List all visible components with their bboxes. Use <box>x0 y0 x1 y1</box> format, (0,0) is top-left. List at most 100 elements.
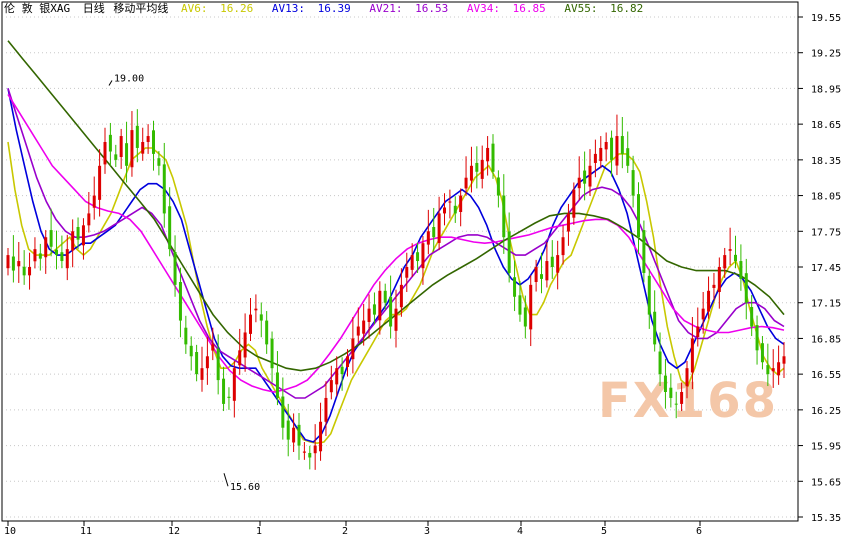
candle-body <box>71 231 75 251</box>
candle-body <box>604 142 608 150</box>
candle-body <box>766 365 770 375</box>
candle <box>610 130 614 177</box>
candle <box>76 217 80 250</box>
candle-body <box>11 256 15 271</box>
candle-body <box>346 356 349 367</box>
candle-body <box>750 307 754 327</box>
candle <box>480 145 484 189</box>
candle-body <box>28 267 32 276</box>
y-tick-label: 16.55 <box>811 370 841 381</box>
candle-body <box>647 275 651 315</box>
candle-body <box>286 420 290 440</box>
candle <box>426 209 430 255</box>
candle-body <box>734 254 737 262</box>
candle-body <box>529 284 533 330</box>
candle <box>200 346 204 392</box>
candle <box>620 117 624 169</box>
candle <box>152 120 155 171</box>
candle-body <box>626 148 630 166</box>
candle-body <box>486 147 490 162</box>
candle-body <box>723 255 727 269</box>
candle-body <box>189 345 193 357</box>
x-tick-label: 2 <box>342 526 348 536</box>
candle-body <box>222 378 226 404</box>
candle-body <box>739 261 743 279</box>
candle-body <box>680 392 684 404</box>
candle <box>270 331 274 383</box>
candle-body <box>663 375 667 392</box>
high-label: 19.00 <box>114 73 144 84</box>
x-tick-label: 4 <box>517 526 523 536</box>
candle <box>566 203 570 246</box>
candle-body <box>259 314 263 321</box>
candle <box>141 127 145 161</box>
candle-body <box>518 295 522 315</box>
y-tick-label: 19.55 <box>811 13 841 24</box>
candle <box>222 366 226 412</box>
candle <box>728 227 732 266</box>
candle <box>178 267 182 338</box>
candle <box>227 387 231 410</box>
candle-body <box>227 396 231 398</box>
candle-body <box>173 252 177 285</box>
candle <box>55 230 58 270</box>
candle <box>453 196 457 223</box>
candle-body <box>302 451 306 453</box>
candle-body <box>475 162 479 172</box>
candle <box>249 297 252 342</box>
candle-body <box>329 380 333 393</box>
candle <box>205 337 209 385</box>
candle-body <box>383 290 387 303</box>
candle <box>265 311 269 354</box>
candle-body <box>443 207 446 214</box>
candle-body <box>162 164 166 214</box>
candle-body <box>577 177 581 189</box>
candle-body <box>205 356 209 369</box>
candle-body <box>87 213 91 226</box>
candle-body <box>249 314 252 334</box>
candle-body <box>620 136 624 154</box>
candle-body <box>55 249 58 256</box>
legend-av21: AV21: 16.53 <box>369 2 449 15</box>
candle <box>637 182 640 254</box>
candle-body <box>615 136 619 166</box>
candle-body <box>76 227 80 240</box>
candle-body <box>599 147 603 162</box>
low-marker-line <box>223 473 229 487</box>
high-marker-line <box>108 80 113 86</box>
candle-body <box>744 273 748 303</box>
candle <box>588 149 592 197</box>
candle-body <box>65 249 69 269</box>
candle-body <box>33 249 37 262</box>
y-tick-label: 17.75 <box>811 227 841 238</box>
y-tick-label: 15.65 <box>811 477 841 488</box>
candle <box>125 121 129 183</box>
legend-av6: AV6: 16.26 <box>181 2 254 15</box>
candle-body <box>653 311 657 345</box>
candle <box>302 442 306 460</box>
y-tick-label: 15.35 <box>811 513 841 524</box>
candle-body <box>216 348 220 381</box>
candle-body <box>265 320 269 345</box>
candle-body <box>108 134 112 152</box>
candle-body <box>588 165 592 187</box>
indicator-label: 移动平均线 <box>113 2 169 15</box>
candle-body <box>777 362 781 376</box>
candlestick-chart[interactable]: FX168 19.5519.2518.9518.6518.3518.0517.7… <box>0 0 850 536</box>
candle <box>297 412 301 460</box>
candle <box>782 342 786 378</box>
candle <box>739 244 743 291</box>
candle <box>254 294 258 323</box>
candle <box>114 144 118 167</box>
y-tick-label: 18.65 <box>811 120 841 131</box>
candle <box>17 242 21 283</box>
candle-body <box>690 338 694 373</box>
candle <box>108 122 112 166</box>
chart-window: FX168 19.55 19.25 18.95 18.65 18.35 18.05 17.7… <box>0 0 850 536</box>
candle-body <box>81 225 85 246</box>
candle <box>389 275 393 339</box>
candle <box>507 212 511 283</box>
candle-body <box>152 130 155 154</box>
candle-body <box>658 351 662 375</box>
candle-body <box>717 267 721 292</box>
